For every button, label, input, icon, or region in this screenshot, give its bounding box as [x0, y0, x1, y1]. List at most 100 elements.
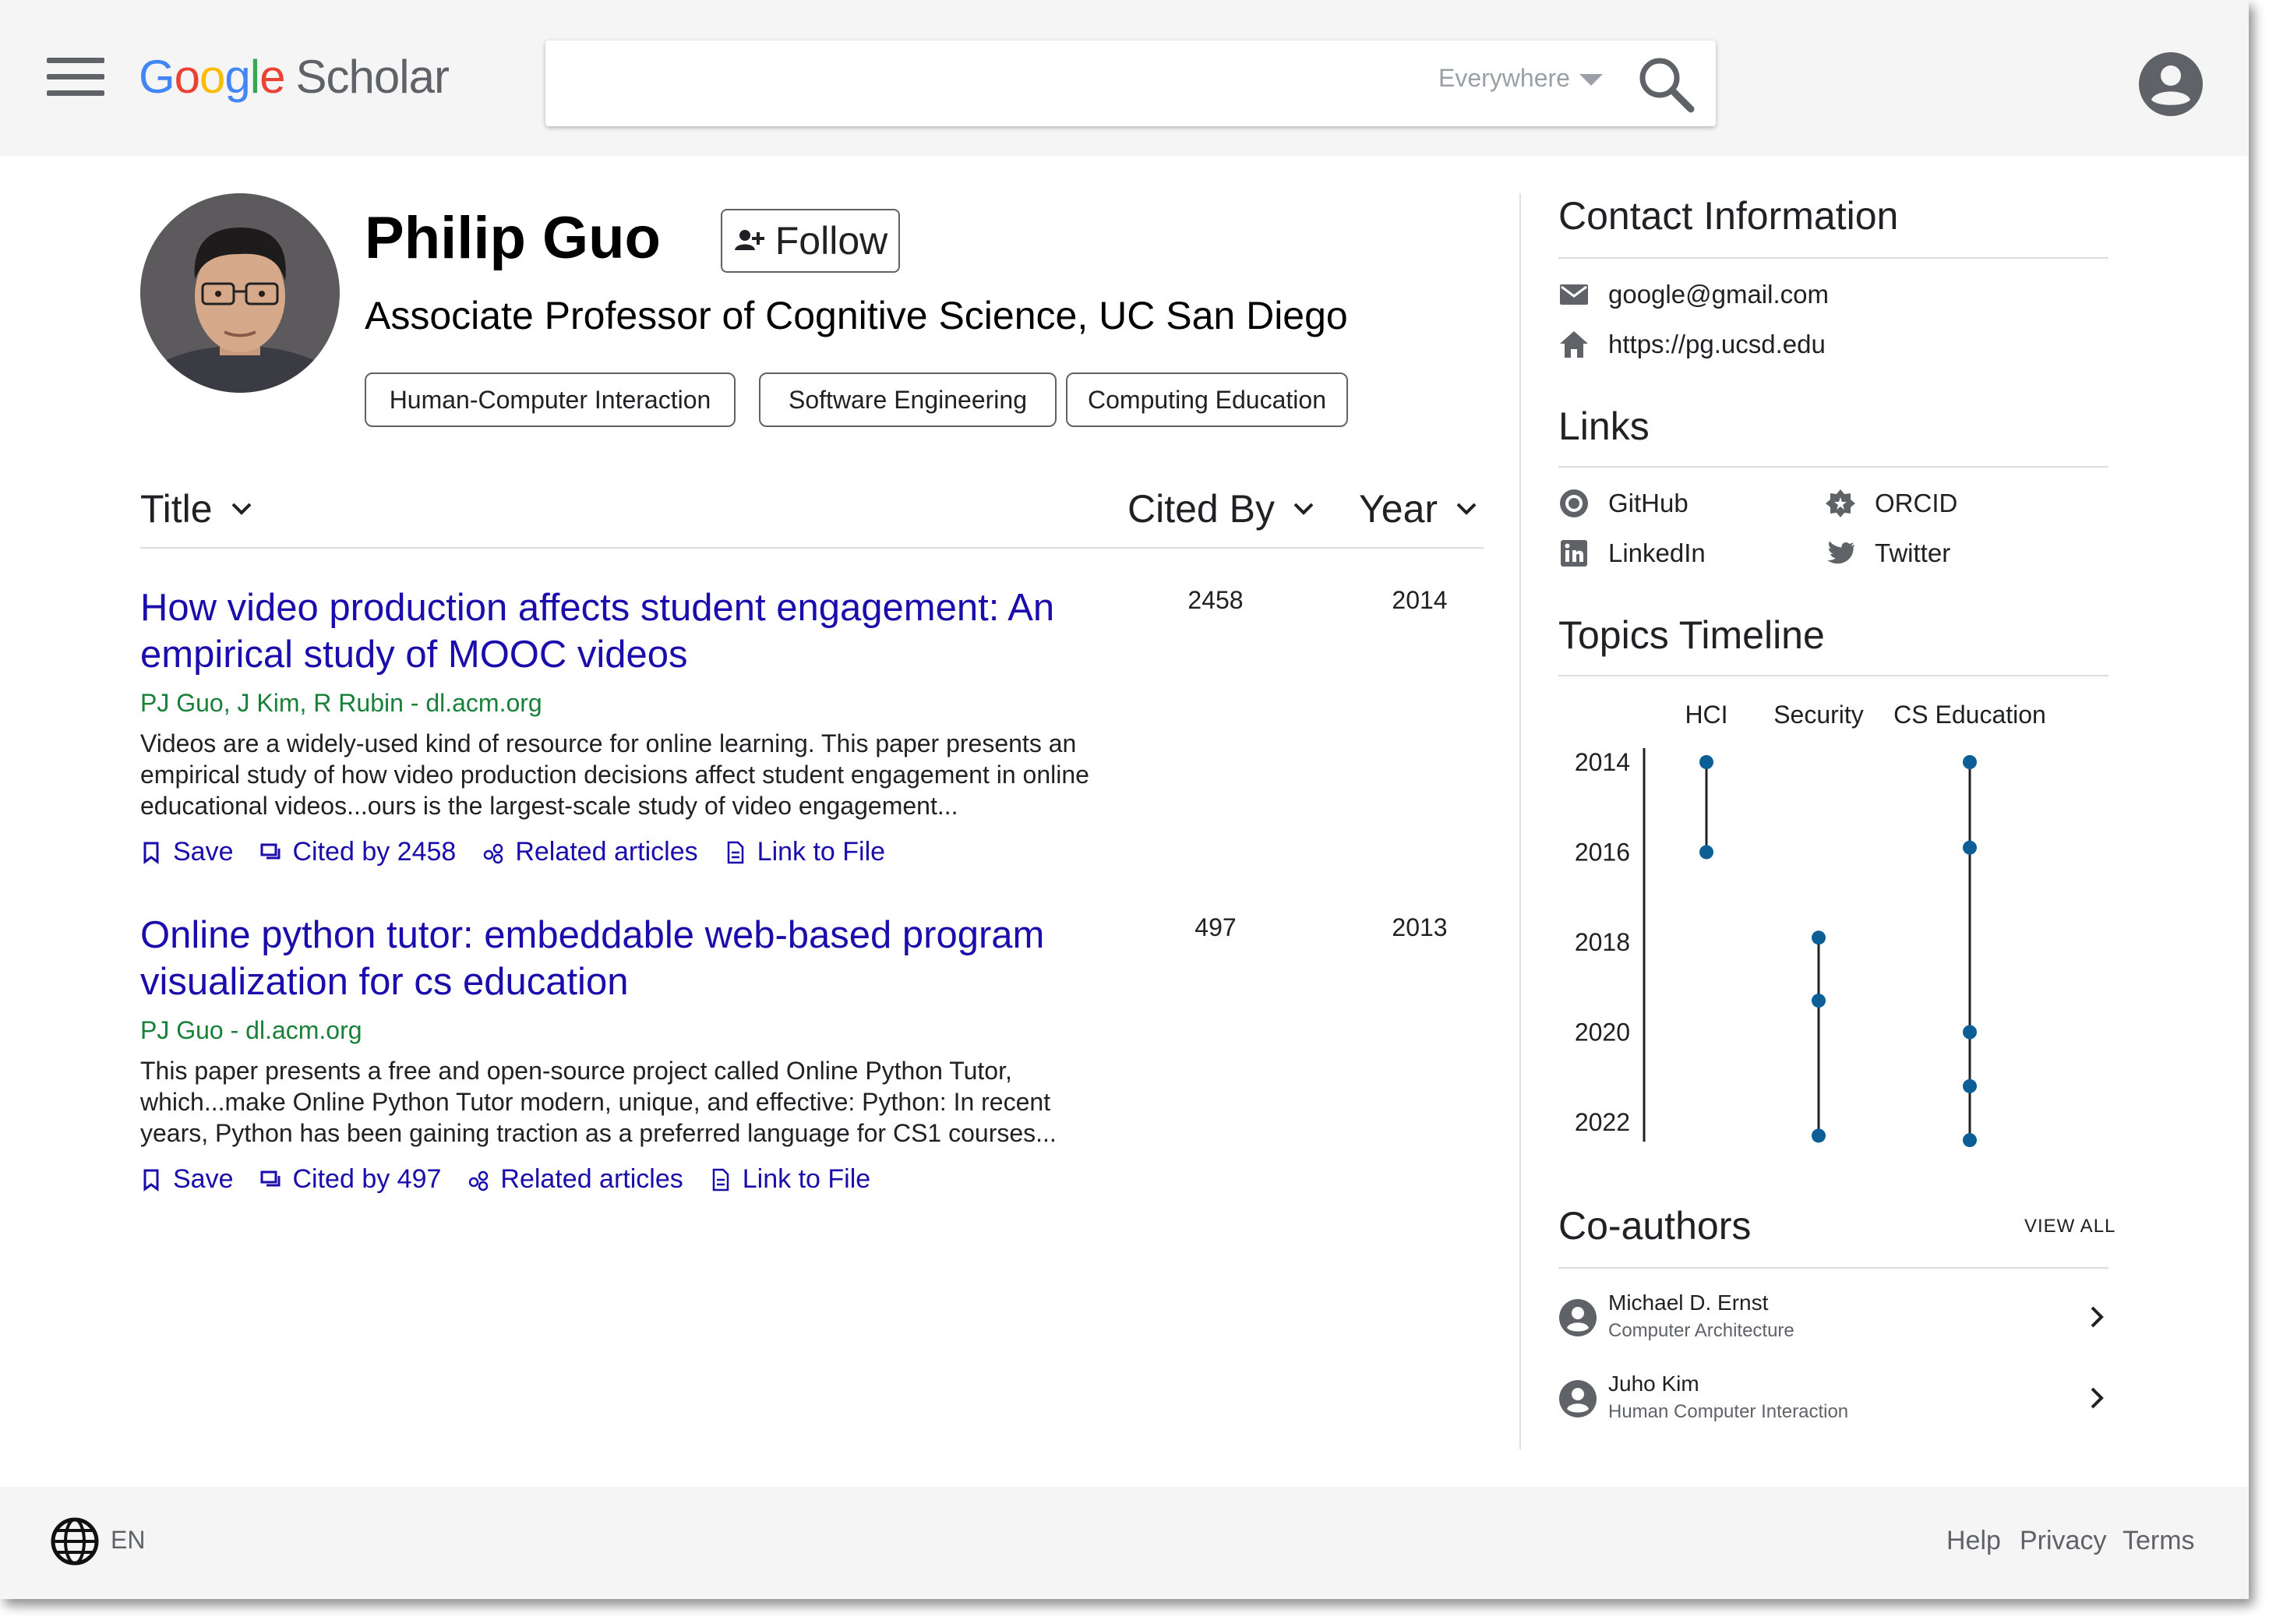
account-icon[interactable]: [2138, 51, 2204, 117]
contact-heading: Contact Information: [1558, 194, 1899, 238]
chevron-down-icon: [1456, 503, 1477, 515]
sort-by-year[interactable]: Year: [1359, 486, 1478, 531]
interest-chip-hci[interactable]: Human-Computer Interaction: [365, 372, 736, 427]
column-header-title: Title: [140, 487, 213, 531]
contact-homepage[interactable]: https://pg.ucsd.edu: [1558, 329, 1826, 360]
orcid-icon: [1826, 489, 1855, 517]
top-bar: Google Scholar Everywhere: [0, 0, 2249, 156]
coauthors-heading: Co-authors: [1558, 1204, 1752, 1248]
save-button[interactable]: Save: [140, 1164, 234, 1195]
section-divider: [1558, 466, 2108, 468]
linkedin-label: LinkedIn: [1608, 538, 1706, 567]
save-label: Save: [173, 837, 234, 867]
cited-by-link[interactable]: Cited by 497: [260, 1164, 442, 1195]
search-scope-label: Everywhere: [1438, 64, 1570, 92]
chevron-down-icon: [231, 503, 252, 515]
follow-button[interactable]: Follow: [721, 209, 900, 273]
link-to-file-label: Link to File: [742, 1164, 871, 1194]
globe-icon[interactable]: [50, 1516, 100, 1566]
coauthor-item[interactable]: Michael D. Ernst Computer Architecture: [1558, 1290, 2108, 1353]
chevron-right-icon: [2091, 1387, 2104, 1409]
section-divider: [1558, 1267, 2108, 1269]
search-scope-dropdown[interactable]: Everywhere: [1438, 64, 1603, 93]
sort-by-title[interactable]: Title: [140, 486, 253, 531]
search-input[interactable]: [569, 56, 1426, 111]
bookmark-icon: [143, 1169, 159, 1192]
timeline-year-tick: 2014: [1575, 748, 1630, 776]
cited-by-link[interactable]: Cited by 2458: [260, 837, 457, 867]
profile-photo: [140, 193, 340, 393]
chevron-down-icon: [1293, 503, 1314, 515]
orcid-link[interactable]: ORCID: [1825, 488, 1957, 519]
timeline-point: [1963, 1133, 1977, 1148]
publication-authors: PJ Guo - dl.acm.org: [140, 1016, 362, 1044]
timeline-point: [1699, 755, 1713, 769]
terms-link[interactable]: Terms: [2123, 1526, 2195, 1556]
related-articles-link[interactable]: Related articles: [468, 1164, 683, 1195]
language-selector[interactable]: EN: [111, 1526, 145, 1555]
publication-cited-count: 2458: [1187, 586, 1244, 614]
save-button[interactable]: Save: [140, 837, 234, 867]
timeline-point: [1699, 845, 1713, 860]
github-link[interactable]: GitHub: [1558, 488, 1689, 519]
profile-name: Philip Guo: [365, 205, 661, 271]
hamburger-menu-icon[interactable]: [47, 58, 104, 97]
interest-chip-software-engineering[interactable]: Software Engineering: [759, 372, 1057, 427]
timeline-point: [1812, 994, 1826, 1008]
timeline-point: [1812, 1128, 1826, 1143]
coauthor-name: Juho Kim: [1608, 1372, 1699, 1396]
links-heading: Links: [1558, 404, 1650, 448]
privacy-link[interactable]: Privacy: [2020, 1526, 2106, 1556]
search-box: Everywhere: [545, 41, 1716, 126]
link-to-file[interactable]: Link to File: [725, 837, 885, 867]
person-add-icon: [734, 230, 764, 250]
avatar-icon: [1559, 1380, 1597, 1417]
twitter-label: Twitter: [1875, 538, 1951, 567]
publication-title[interactable]: How video production affects student eng…: [140, 584, 1122, 678]
timeline-year-tick: 2016: [1575, 838, 1630, 867]
profile-affiliation: Associate Professor of Cognitive Science…: [365, 294, 1348, 337]
contact-email[interactable]: google@gmail.com: [1558, 279, 1829, 310]
follow-label: Follow: [775, 219, 888, 263]
help-link[interactable]: Help: [1946, 1526, 2001, 1556]
cited-by-label: Cited by 497: [292, 1164, 442, 1194]
coauthor-item[interactable]: Juho Kim Human Computer Interaction: [1558, 1372, 2108, 1434]
linkedin-link[interactable]: LinkedIn: [1558, 538, 1706, 569]
timeline-year-tick: 2022: [1575, 1108, 1630, 1136]
related-articles-label: Related articles: [515, 837, 698, 867]
coauthor-field: Computer Architecture: [1608, 1320, 1794, 1341]
interest-chip-computing-education[interactable]: Computing Education: [1066, 372, 1348, 427]
sidebar-divider: [1519, 193, 1521, 1449]
quote-bubble-icon: [260, 843, 280, 859]
section-divider: [1558, 675, 2108, 676]
github-label: GitHub: [1608, 489, 1689, 517]
related-articles-link[interactable]: Related articles: [482, 837, 698, 867]
cited-by-label: Cited by 2458: [292, 837, 457, 867]
save-label: Save: [173, 1164, 234, 1194]
timeline-point: [1963, 1079, 1977, 1093]
link-to-file[interactable]: Link to File: [710, 1164, 870, 1195]
timeline-year-tick: 2018: [1575, 928, 1630, 956]
sort-by-cited[interactable]: Cited By: [1127, 486, 1315, 531]
timeline-heading: Topics Timeline: [1558, 613, 1825, 657]
publication-title[interactable]: Online python tutor: embeddable web-base…: [140, 912, 1122, 1005]
publication-year: 2013: [1392, 913, 1448, 941]
home-icon: [1560, 331, 1588, 358]
timeline-topic-label: CS Education: [1893, 701, 2046, 729]
publication-actions: Save Cited by 497 Related articles Link …: [140, 1164, 897, 1195]
google-scholar-logo[interactable]: Google Scholar: [139, 50, 450, 104]
twitter-link[interactable]: Twitter: [1825, 538, 1950, 569]
section-divider: [1558, 257, 2108, 259]
related-articles-label: Related articles: [500, 1164, 683, 1194]
timeline-point: [1963, 840, 1977, 855]
timeline-topic-label: HCI: [1685, 701, 1727, 729]
quote-bubble-icon: [260, 1170, 280, 1186]
email-text: google@gmail.com: [1608, 280, 1829, 309]
related-icon: [469, 1170, 489, 1191]
search-icon[interactable]: [1635, 53, 1697, 115]
coauthor-field: Human Computer Interaction: [1608, 1401, 1849, 1422]
homepage-text: https://pg.ucsd.edu: [1608, 330, 1826, 358]
publication-year: 2014: [1392, 586, 1448, 614]
link-to-file-label: Link to File: [757, 837, 886, 867]
view-all-coauthors-button[interactable]: VIEW ALL: [2024, 1216, 2115, 1237]
